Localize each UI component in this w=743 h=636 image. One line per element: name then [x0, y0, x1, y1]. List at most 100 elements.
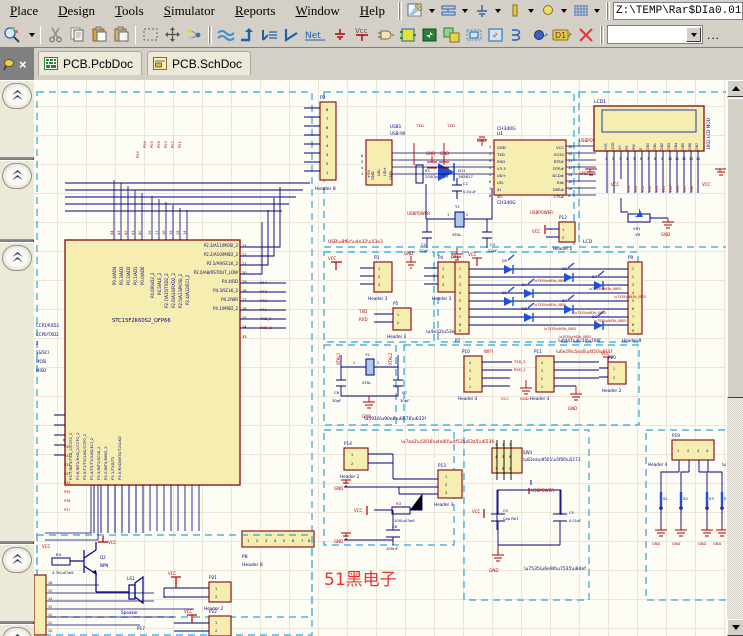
pin-icon[interactable] — [3, 58, 16, 71]
junction-icon[interactable] — [537, 2, 559, 20]
schematic-canvas[interactable]: STC15F2K60S2_QFP66 P0.4/AD4 P0.3/AD3 P0.… — [34, 80, 743, 636]
svg-text:\u7535\u963b_0805: \u7535\u963b_0805 — [594, 319, 626, 323]
svg-text:RI#: RI# — [557, 180, 564, 185]
align-icon[interactable] — [183, 26, 205, 44]
line-icon[interactable] — [281, 26, 303, 44]
cut-icon[interactable] — [44, 26, 66, 44]
bus-icon[interactable] — [438, 2, 460, 20]
place-toolbar-grip[interactable] — [208, 25, 212, 44]
svg-text:XO: XO — [497, 194, 502, 199]
svg-text:42: 42 — [124, 230, 128, 235]
sidebar-panel-4[interactable] — [0, 544, 34, 622]
wire-icon[interactable] — [215, 26, 237, 44]
bus-place-icon[interactable] — [237, 26, 259, 44]
probe-icon[interactable] — [529, 26, 551, 44]
svg-text:P0.1/AD1: P0.1/AD1 — [133, 266, 138, 285]
sidebar-panel-3[interactable] — [0, 242, 34, 542]
svg-text:P0.2/AD2: P0.2/AD2 — [126, 266, 131, 285]
sheet-entry-icon[interactable] — [419, 26, 441, 44]
sheet-symbol-icon[interactable] — [397, 26, 419, 44]
tab-pcb-pcbdoc[interactable]: PCB.PcbDoc — [38, 51, 143, 75]
vcc-power-icon[interactable]: Vcc — [351, 26, 375, 44]
part-icon[interactable] — [375, 26, 397, 44]
svg-text:Cap Pol1: Cap Pol1 — [503, 517, 519, 521]
svg-text:MOSI: MOSI — [36, 359, 46, 364]
bus-entry-icon[interactable] — [259, 26, 281, 44]
draw-tools-dropdown-arrow[interactable] — [427, 2, 438, 20]
bus-dropdown-arrow[interactable] — [460, 2, 471, 20]
scroll-up-button[interactable] — [727, 80, 743, 97]
menu-bar: Place Design Tools Simulator Reports Win… — [0, 0, 743, 22]
scrollbar-thumb[interactable] — [727, 98, 743, 398]
svg-text:1: 1 — [677, 449, 679, 453]
grid-dropdown-arrow[interactable] — [592, 2, 603, 20]
sidebar-panel-1[interactable] — [0, 80, 34, 158]
menu-item-simulator[interactable]: Simulator — [154, 1, 225, 21]
sidebar-panel-2[interactable] — [0, 160, 34, 240]
document-path-field[interactable]: Z:\TEMP\Rar$DIa0.012\PCB — [612, 1, 743, 20]
toolbar-grip[interactable] — [397, 1, 402, 20]
svg-text:5: 5 — [459, 299, 461, 303]
triangle-up-icon — [731, 86, 740, 91]
svg-text:P3.2/INT0/MISO_2: P3.2/INT0/MISO_2 — [103, 446, 108, 480]
toolbar-overflow-button[interactable]: ... — [703, 28, 724, 42]
menu-item-reports[interactable]: Reports — [225, 1, 285, 21]
ground-dropdown-arrow[interactable] — [493, 2, 504, 20]
svg-text:P22: P22 — [209, 609, 217, 614]
svg-text:P33: P33 — [64, 472, 70, 476]
svg-text:P3: P3 — [374, 255, 380, 260]
ground-icon[interactable] — [471, 2, 493, 20]
svg-text:6: 6 — [489, 180, 491, 184]
zoom-icon[interactable] — [0, 26, 26, 44]
designator-icon[interactable]: D1 — [551, 26, 575, 44]
path-toolbar-grip[interactable] — [605, 1, 610, 20]
svg-text:P00: P00 — [648, 186, 652, 192]
svg-text:LCD: LCD — [583, 239, 593, 245]
svg-text:DB6: DB6 — [688, 143, 692, 150]
svg-text:0.01uF: 0.01uF — [463, 189, 476, 194]
combo-toolbar-grip[interactable] — [600, 25, 604, 44]
delete-icon[interactable] — [575, 26, 597, 44]
paste-special-icon[interactable] — [110, 26, 132, 44]
menu-item-window[interactable]: Window — [285, 1, 349, 21]
chevron-up-icon[interactable] — [2, 627, 32, 636]
paste-icon[interactable] — [88, 26, 110, 44]
close-icon[interactable]: × — [19, 58, 27, 71]
svg-text:1: 1 — [397, 313, 399, 317]
device-sheet-icon[interactable] — [441, 26, 463, 44]
port-dropdown-arrow[interactable] — [526, 2, 537, 20]
gnd-power-icon[interactable] — [329, 26, 351, 44]
draw-tools-icon[interactable] — [405, 2, 427, 20]
harness-connector-icon[interactable] — [463, 26, 485, 44]
zoom-dropdown-arrow[interactable] — [26, 26, 37, 44]
svg-text:P32: P32 — [64, 463, 70, 467]
sidebar-panel-5[interactable] — [0, 624, 34, 636]
svg-text:P06: P06 — [143, 141, 147, 148]
svg-text:1: 1 — [361, 172, 363, 176]
svg-text:2: 2 — [562, 236, 564, 240]
net-label-icon[interactable]: Net — [303, 26, 329, 44]
select-area-icon[interactable] — [139, 26, 161, 44]
port-place-icon[interactable] — [485, 26, 507, 44]
menu-item-help[interactable]: Help — [350, 1, 395, 21]
vertical-scrollbar[interactable] — [726, 80, 743, 636]
chevron-up-icon[interactable] — [2, 245, 32, 271]
junction-dropdown-arrow[interactable] — [559, 2, 570, 20]
menu-item-design[interactable]: Design — [48, 1, 105, 21]
svg-text:P20: P20 — [608, 355, 616, 360]
copy-icon[interactable] — [66, 26, 88, 44]
chevron-up-icon[interactable] — [2, 163, 32, 189]
menu-item-tools[interactable]: Tools — [105, 1, 154, 21]
no-erc-icon[interactable] — [507, 26, 529, 44]
port-icon[interactable] — [504, 2, 526, 20]
menu-item-place[interactable]: Place — [0, 1, 48, 21]
grid-icon[interactable] — [570, 2, 592, 20]
document-select-combo[interactable] — [607, 25, 703, 44]
move-icon[interactable] — [161, 26, 183, 44]
chevron-down-icon[interactable] — [686, 27, 701, 42]
chevron-up-icon[interactable] — [2, 83, 32, 109]
chevron-up-icon[interactable] — [2, 547, 32, 573]
tab-pcb-schdoc[interactable]: PCB.SchDoc — [147, 51, 252, 75]
svg-text:VCC: VCC — [354, 508, 363, 513]
scroll-down-button[interactable] — [727, 619, 743, 636]
